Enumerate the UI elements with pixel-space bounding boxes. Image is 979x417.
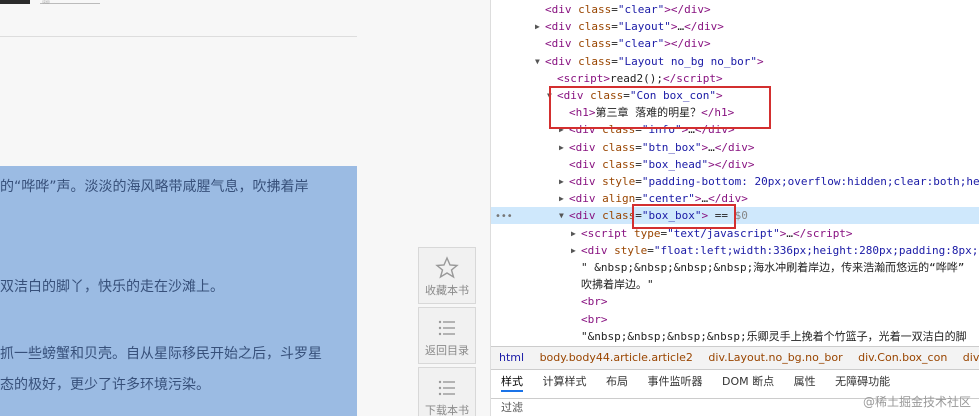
dom-node-line[interactable]: <br>	[491, 311, 979, 328]
expand-triangle-open-icon[interactable]: ▼	[559, 207, 564, 224]
dom-node-text: <div class="Layout no_bg no_bor">	[545, 54, 764, 68]
tab-accessibility[interactable]: 无障碍功能	[835, 375, 890, 388]
expand-triangle-closed-icon[interactable]: ▶	[559, 139, 564, 156]
more-dots-icon[interactable]: •••	[495, 211, 513, 222]
tab-layout[interactable]: 布局	[606, 375, 628, 388]
dom-node-line[interactable]: <script>read2();</script>	[491, 70, 979, 87]
bookmark-book-button[interactable]: 收藏本书	[418, 247, 476, 304]
dom-node-line[interactable]: <div class="clear"></div>	[491, 1, 979, 18]
dom-node-text: <div style="padding-bottom: 20px;overflo…	[569, 175, 979, 188]
dom-node-line[interactable]: ▶ <div class="Layout">…</div>	[491, 18, 979, 35]
header-divider	[0, 36, 357, 37]
watermark: @稀土掘金技术社区	[862, 395, 971, 409]
devtools-panel: <div class="clear"></div> ▶ <div class="La…	[490, 0, 979, 416]
download-list-icon	[438, 380, 455, 396]
chapter-paragraph: 态的极好，更少了许多环境污染。	[0, 377, 210, 393]
tab-event-listeners[interactable]: 事件监听器	[648, 375, 703, 388]
button-label: 下载本书	[425, 404, 469, 416]
dom-node-text: <div class="clear"></div>	[545, 37, 711, 51]
header-tag: （完结）	[40, 0, 100, 4]
dom-node-line[interactable]: <br>	[491, 293, 979, 310]
button-label: 返回目录	[425, 344, 469, 357]
dom-node-text: <div class="clear"></div>	[545, 3, 711, 16]
breadcrumb-item[interactable]: html	[499, 351, 524, 364]
expand-triangle-closed-icon[interactable]: ▶	[559, 190, 564, 207]
expand-triangle-open-icon[interactable]: ▼	[535, 53, 540, 70]
dom-node-text: <div class="btn_box">…</div>	[569, 140, 755, 154]
breadcrumb-item[interactable]: body.body44.article.article2	[540, 351, 693, 364]
dom-node-text: <div class="Layout">…</div>	[545, 20, 724, 34]
breadcrumb-item[interactable]: div.Layout.no_bg.no_bor	[708, 351, 842, 364]
back-to-toc-button[interactable]: 返回目录	[418, 307, 476, 364]
chapter-paragraph: 抓一些螃蟹和贝壳。自从星际移民开始之后，斗罗星	[0, 346, 322, 362]
tab-computed[interactable]: 计算样式	[543, 375, 587, 388]
chapter-paragraph: 的“哗哗”声。淡淡的海风略带咸腥气息，吹拂着岸	[0, 179, 309, 195]
dom-node-line[interactable]: ▶ <div style="padding-bottom: 20px;overfl…	[491, 173, 979, 190]
star-icon	[435, 256, 459, 279]
webpage-preview: （完结） 的“哗哗”声。淡淡的海风略带咸腥气息，吹拂着岸 双洁白的脚丫，快乐的走…	[0, 0, 490, 416]
red-annotation-box	[632, 204, 736, 229]
dom-node-text: <br>	[581, 312, 608, 326]
list-icon	[438, 320, 455, 336]
dom-node-text: <script>read2();</script>	[557, 71, 723, 85]
breadcrumb: html body.body44.article.article2 div.La…	[491, 346, 979, 370]
breadcrumb-item[interactable]: div.Con.box_con	[858, 351, 947, 364]
chapter-paragraph: 双洁白的脚丫，快乐的走在沙滩上。	[0, 279, 224, 295]
expand-triangle-closed-icon[interactable]: ▶	[535, 18, 540, 35]
red-annotation-box	[549, 86, 771, 129]
page-topbar: （完结）	[0, 0, 490, 4]
filter-label: 过滤	[501, 401, 523, 414]
expand-triangle-closed-icon[interactable]: ▶	[571, 225, 576, 242]
dom-node-line[interactable]: ▶ <div style="float:left;width:336px;heig…	[491, 242, 979, 259]
dom-node-line[interactable]: <div class="clear"></div>	[491, 35, 979, 52]
topbar-dark-block	[0, 0, 30, 4]
dom-node-line[interactable]: <div class="box_head"></div>	[491, 156, 979, 173]
dom-node-text: 吹拂着岸边。"	[581, 278, 654, 292]
dom-node-line[interactable]: ▼ <div class="Layout no_bg no_bor">	[491, 53, 979, 70]
dom-node-text: " &nbsp;&nbsp;&nbsp;&nbsp;海水冲刷着岸边，传来浩瀚而悠…	[581, 261, 965, 274]
breadcrumb-item[interactable]: div.b	[963, 351, 979, 364]
dom-node-line[interactable]: ▶ <div class="btn_box">…</div>	[491, 139, 979, 156]
dom-node-text: <div style="float:left;width:336px;heigh…	[581, 243, 979, 257]
dom-node-text: "&nbsp;&nbsp;&nbsp;&nbsp;乐卿灵手上挽着个竹篮子，光着一…	[581, 329, 967, 343]
dom-node-line[interactable]: "&nbsp;&nbsp;&nbsp;&nbsp;乐卿灵手上挽着个竹篮子，光着一…	[491, 328, 979, 345]
expand-triangle-closed-icon[interactable]: ▶	[559, 173, 564, 190]
button-label: 收藏本书	[425, 284, 469, 297]
dom-node-line[interactable]: 吹拂着岸边。"	[491, 276, 979, 293]
tab-properties[interactable]: 属性	[794, 375, 816, 388]
expand-triangle-closed-icon[interactable]: ▶	[571, 242, 576, 259]
dom-node-line[interactable]: " &nbsp;&nbsp;&nbsp;&nbsp;海水冲刷着岸边，传来浩瀚而悠…	[491, 259, 979, 276]
tab-dom-breakpoints[interactable]: DOM 断点	[722, 375, 774, 388]
dom-node-text: <div class="box_head"></div>	[569, 157, 755, 171]
styles-tabs: 样式 计算样式 布局 事件监听器 DOM 断点 属性 无障碍功能	[491, 371, 979, 393]
download-book-button[interactable]: 下载本书	[418, 367, 476, 416]
tab-styles[interactable]: 样式	[501, 375, 523, 392]
dom-node-text: <br>	[581, 295, 608, 309]
